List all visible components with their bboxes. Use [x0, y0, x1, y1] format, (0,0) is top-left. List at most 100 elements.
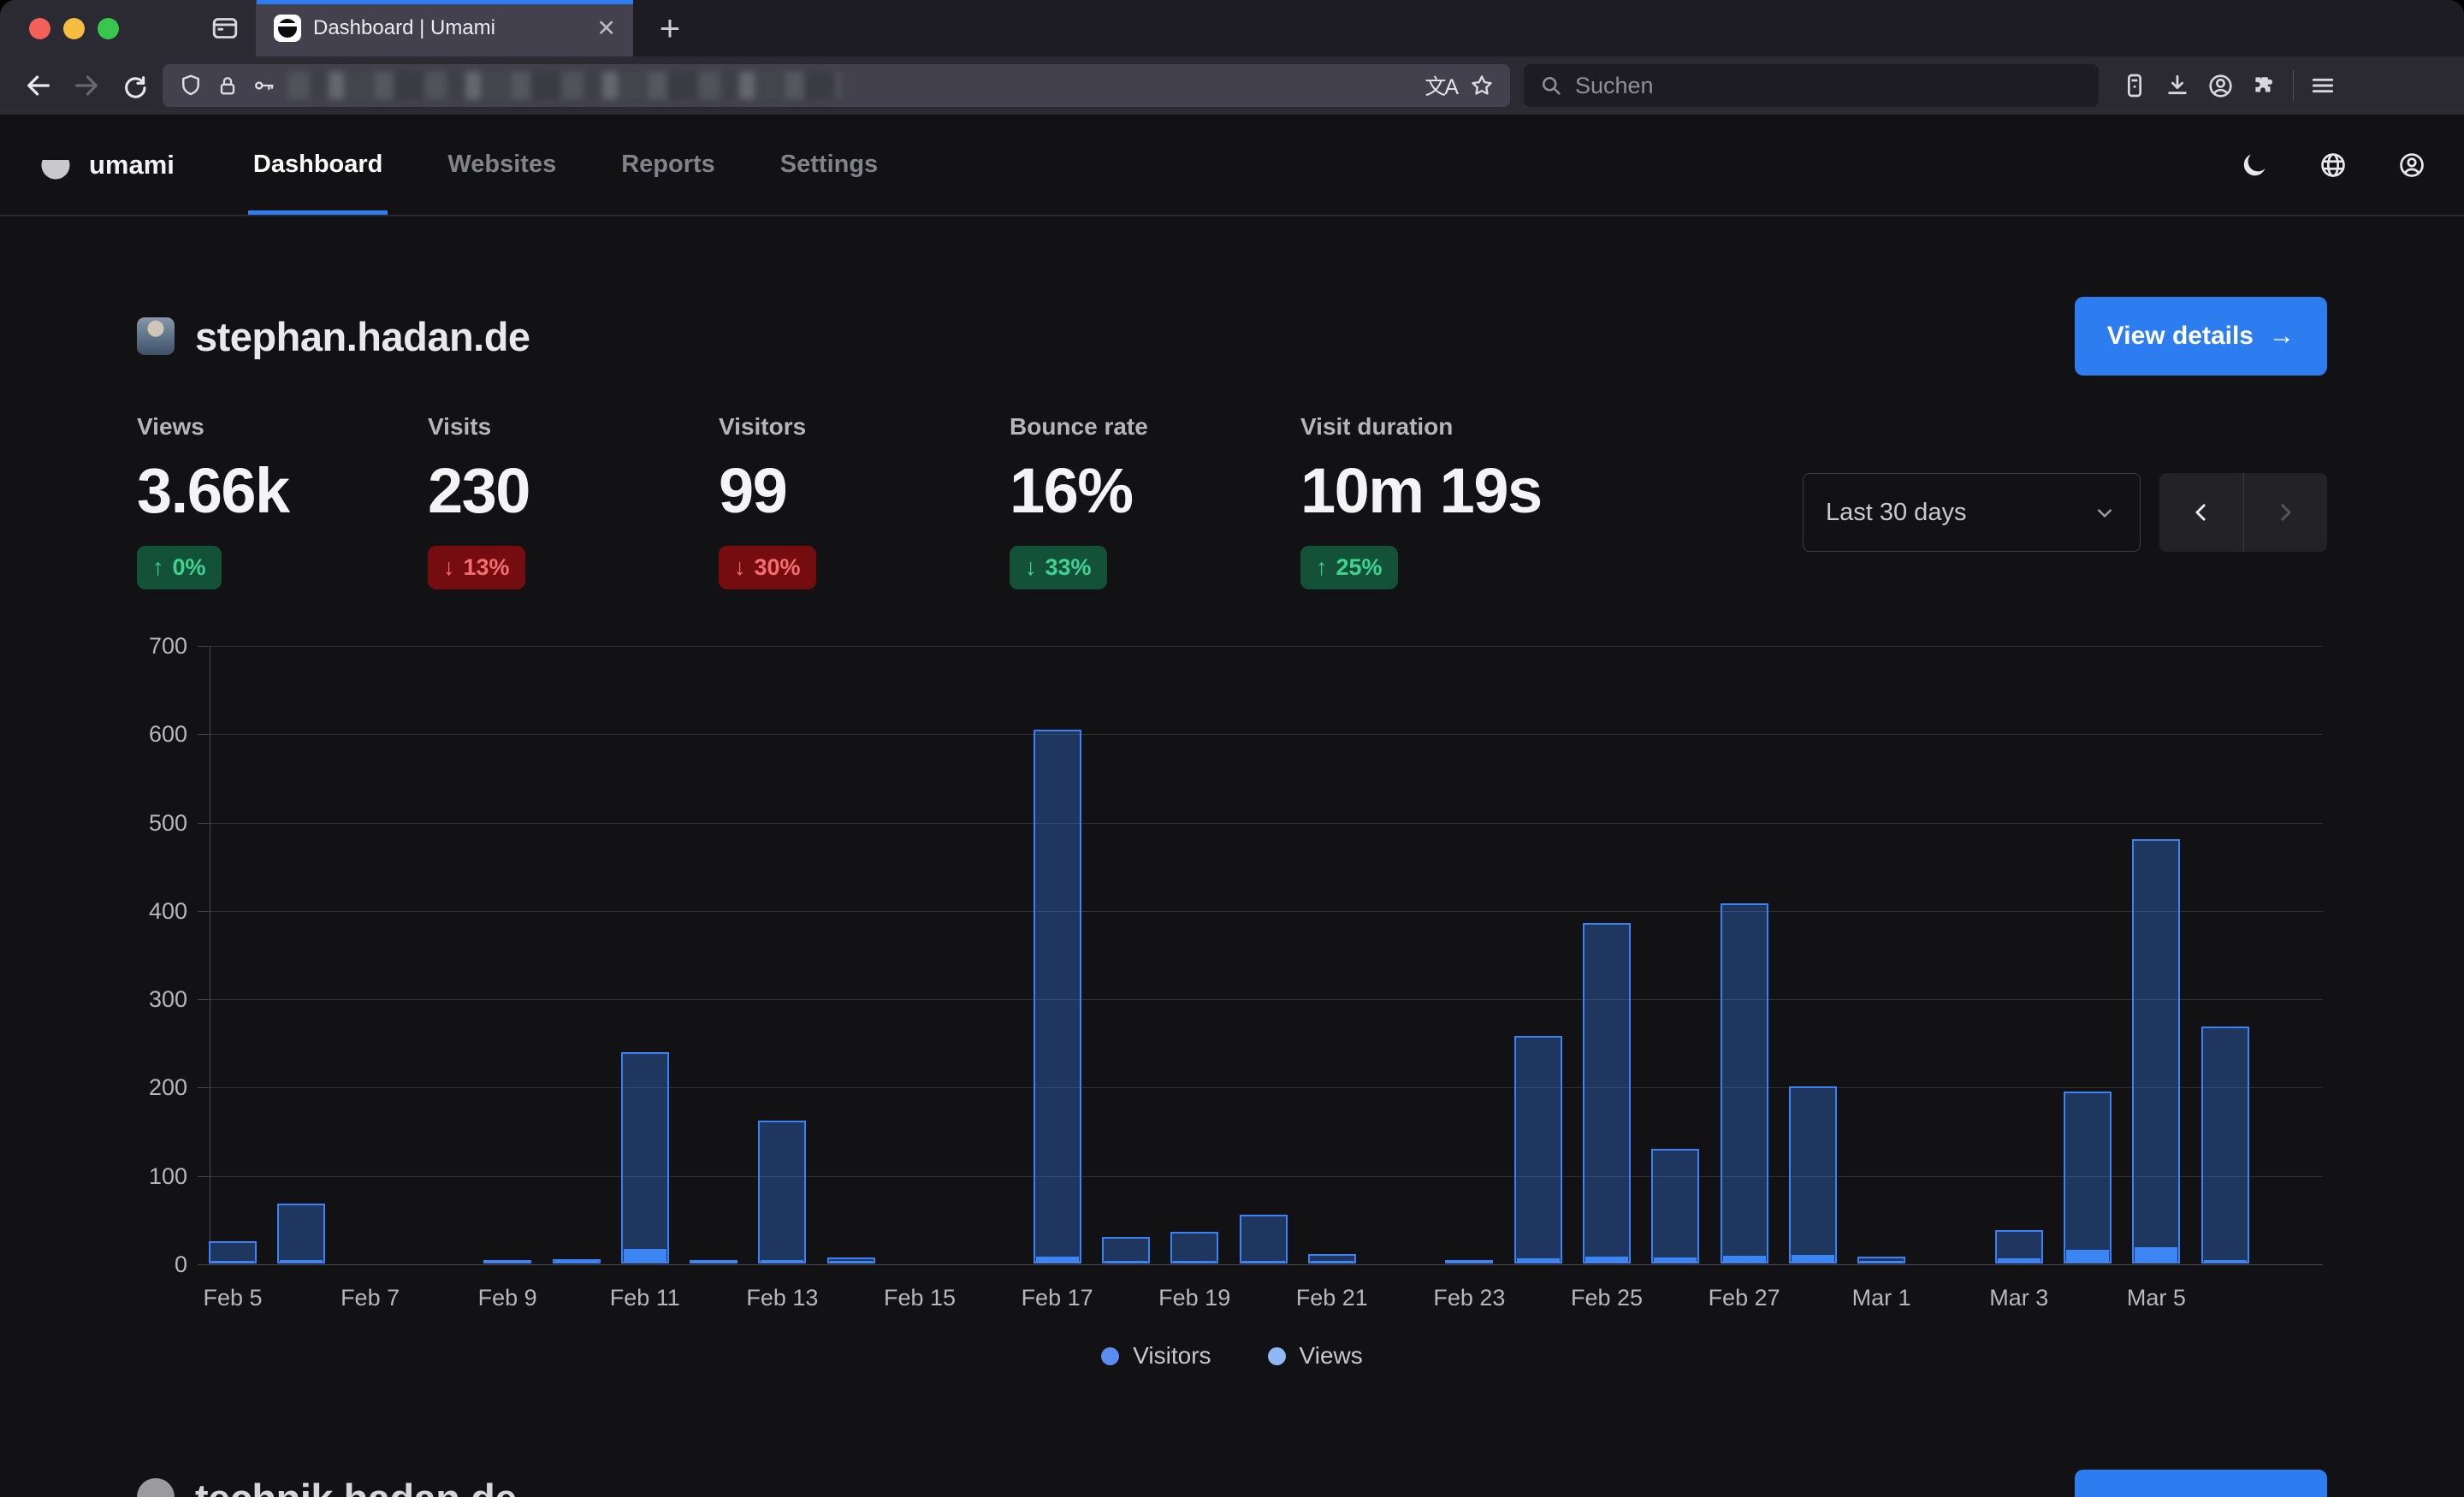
nav-item-reports[interactable]: Reports [616, 115, 720, 215]
chart-bar-visitors[interactable] [1585, 1257, 1628, 1263]
sidebar-toggle-icon[interactable] [210, 13, 240, 44]
downloads-icon[interactable] [2164, 72, 2191, 99]
umami-logo-icon [38, 147, 74, 183]
y-axis-label: 400 [107, 898, 187, 925]
close-window-button[interactable] [29, 18, 50, 39]
date-range-select[interactable]: Last 30 days [1803, 473, 2141, 552]
website-title[interactable]: stephan.hadan.de [195, 313, 530, 360]
chart-bar-views[interactable] [277, 1204, 325, 1263]
key-icon[interactable] [252, 74, 275, 98]
arrow-up-icon: ↑ [1316, 554, 1328, 581]
chart-bar-views[interactable] [1170, 1232, 1218, 1263]
next-period-button[interactable] [2243, 473, 2328, 552]
nav-item-websites[interactable]: Websites [442, 115, 561, 215]
account-icon[interactable] [2206, 72, 2235, 100]
second-website-title[interactable]: technik.hadan.de [195, 1475, 517, 1497]
chart-bar-views[interactable] [1583, 923, 1631, 1263]
chart-bar-views[interactable] [1102, 1237, 1150, 1263]
chart-bar-views[interactable] [2132, 839, 2180, 1263]
language-globe-icon[interactable] [2319, 151, 2348, 180]
metric-label: Visit duration [1300, 413, 1542, 441]
chart-bar-visitors[interactable] [1860, 1261, 1903, 1263]
y-axis-label: 200 [107, 1074, 187, 1101]
chart-bar-views[interactable] [621, 1052, 669, 1263]
chart-bar-visitors[interactable] [1242, 1261, 1285, 1263]
y-axis-label: 100 [107, 1163, 187, 1190]
chart-bar-visitors[interactable] [1792, 1255, 1834, 1263]
chart-bar-visitors[interactable] [2204, 1260, 2247, 1263]
chart-bar-visitors[interactable] [1448, 1261, 1490, 1263]
chart-bar-visitors[interactable] [486, 1261, 529, 1263]
chart-bar-visitors[interactable] [2066, 1250, 2109, 1263]
chart-bar-views[interactable] [1651, 1149, 1699, 1263]
umami-brand[interactable]: umami [38, 147, 175, 183]
legend-item-views[interactable]: Views [1268, 1342, 1363, 1370]
chart-bar-views[interactable] [1514, 1036, 1562, 1263]
metric-change-badge: ↓33% [1010, 546, 1107, 589]
metric-value: 10m 19s [1300, 454, 1542, 527]
lock-icon[interactable] [216, 74, 240, 98]
chart-bar-visitors[interactable] [280, 1260, 323, 1263]
chart-bar-views[interactable] [758, 1121, 806, 1263]
chart-bar-visitors[interactable] [692, 1261, 735, 1263]
x-axis-label: Feb 27 [1672, 1285, 1817, 1311]
view-details-button[interactable]: View details → [2075, 297, 2327, 376]
metric-value: 230 [428, 454, 719, 527]
chart-bar-visitors[interactable] [1654, 1257, 1697, 1263]
chart-bar-visitors[interactable] [1105, 1261, 1147, 1263]
chart-bar-visitors[interactable] [1517, 1258, 1560, 1263]
chart-bar-views[interactable] [1034, 730, 1081, 1263]
translate-icon[interactable]: 文A [1424, 70, 1457, 101]
y-axis-label: 600 [107, 721, 187, 748]
minimize-window-button[interactable] [63, 18, 85, 39]
back-icon[interactable] [19, 66, 58, 105]
visitors-dot-icon [1101, 1347, 1119, 1365]
y-axis-label: 0 [107, 1251, 187, 1278]
reader-device-icon[interactable] [2121, 72, 2148, 99]
browser-tab-active[interactable]: Dashboard | Umami ✕ [257, 0, 633, 56]
chart-bar-visitors[interactable] [1998, 1258, 2040, 1263]
second-website-header: technik.hadan.de View details → [137, 1470, 2327, 1497]
shield-icon[interactable] [178, 73, 204, 98]
close-tab-icon[interactable]: ✕ [596, 17, 616, 40]
theme-moon-icon[interactable] [2240, 151, 2269, 180]
chart-bar-visitors[interactable] [211, 1261, 254, 1263]
search-input[interactable]: Suchen [1524, 64, 2099, 107]
profile-icon[interactable] [2397, 151, 2426, 180]
prev-period-button[interactable] [2159, 473, 2243, 552]
chart-bar-views[interactable] [2201, 1027, 2249, 1263]
menu-hamburger-icon[interactable] [2309, 72, 2337, 99]
metric-value: 16% [1010, 454, 1300, 527]
reload-icon[interactable] [115, 66, 154, 105]
chart-bar-visitors[interactable] [1723, 1256, 1766, 1263]
extensions-puzzle-icon[interactable] [2250, 72, 2277, 99]
nav-item-dashboard[interactable]: Dashboard [248, 115, 388, 215]
metrics-row: Views3.66k↑0%Visits230↓13%Visitors99↓30%… [137, 413, 2327, 589]
x-axis-label: Feb 17 [985, 1285, 1130, 1311]
legend-item-visitors[interactable]: Visitors [1101, 1342, 1211, 1370]
forward-icon[interactable] [67, 66, 106, 105]
x-axis-label: Mar 1 [1809, 1285, 1954, 1311]
gridline [210, 1087, 2323, 1088]
chart-bar-views[interactable] [2064, 1092, 2112, 1263]
new-tab-button[interactable]: + [633, 0, 707, 56]
chart-bar-visitors[interactable] [1036, 1257, 1079, 1263]
zoom-window-button[interactable] [98, 18, 119, 39]
second-view-details-button[interactable]: View details → [2075, 1470, 2327, 1497]
chart-bar-visitors[interactable] [1173, 1261, 1216, 1263]
chart-bar-visitors[interactable] [1311, 1261, 1353, 1263]
chart-bar-visitors[interactable] [555, 1261, 598, 1263]
url-bar[interactable]: 文A [163, 64, 1510, 107]
chart-bar-visitors[interactable] [624, 1249, 666, 1263]
chart-bar-views[interactable] [1721, 903, 1768, 1263]
chart-bar-views[interactable] [1789, 1086, 1837, 1263]
bookmark-star-icon[interactable] [1469, 73, 1495, 98]
nav-item-settings[interactable]: Settings [775, 115, 883, 215]
chart-bar-visitors[interactable] [2135, 1247, 2177, 1263]
arrow-down-icon: ↓ [734, 554, 746, 581]
chart-bar-visitors[interactable] [761, 1260, 803, 1263]
chart-bar-visitors[interactable] [830, 1261, 873, 1263]
app-nav: umami Dashboard Websites Reports Setting… [0, 115, 2464, 216]
metric-value: 99 [719, 454, 1010, 527]
chart-bar-views[interactable] [1240, 1215, 1288, 1263]
